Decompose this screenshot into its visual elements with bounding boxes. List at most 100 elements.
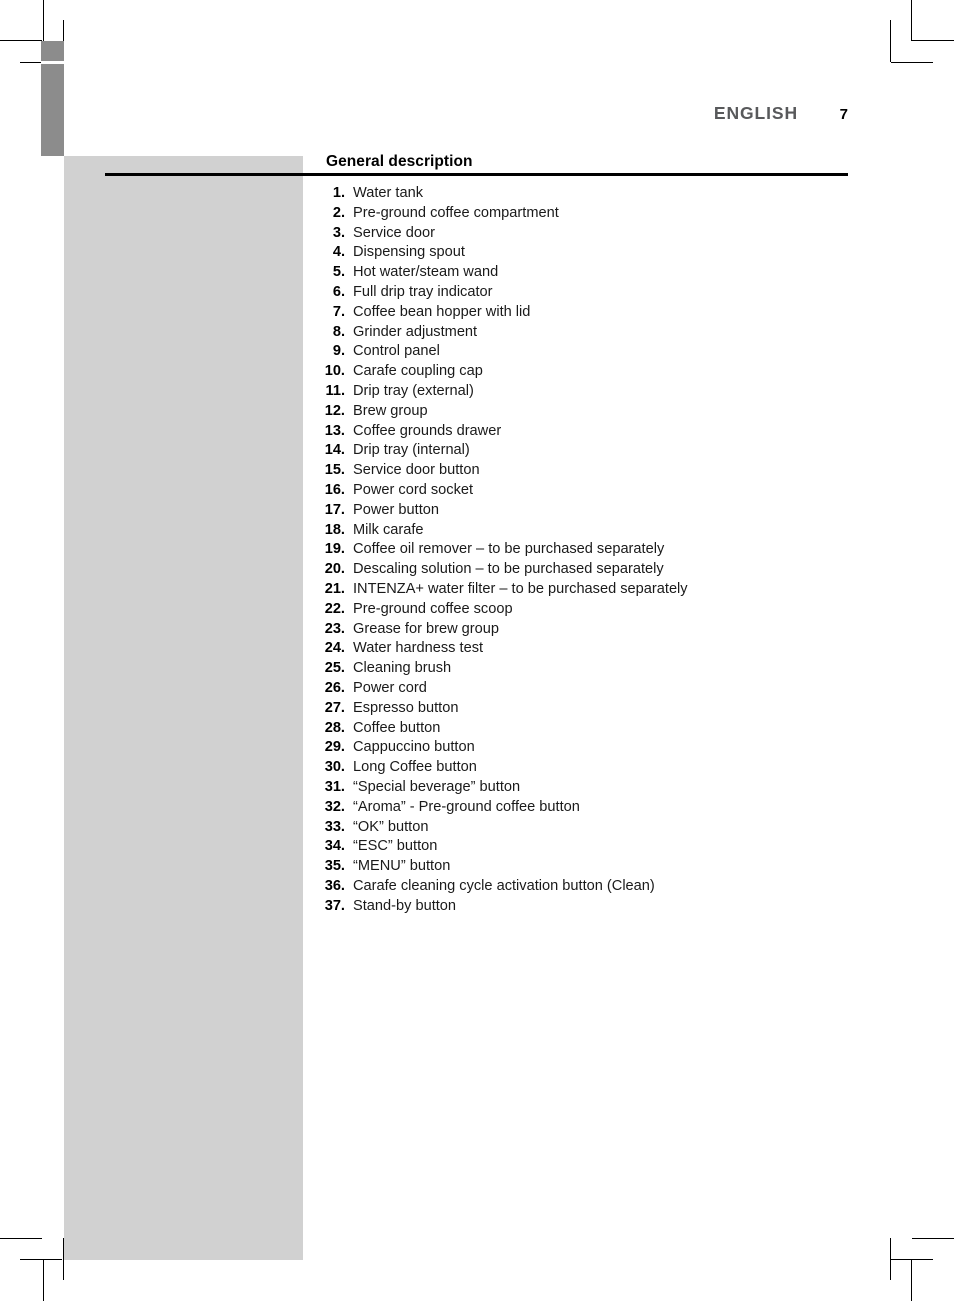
parts-list-item-number: 7. — [332, 303, 345, 320]
parts-list-item: 26. Power cord — [315, 680, 875, 700]
parts-list-item-number: 3. — [332, 224, 345, 241]
parts-list-item-number: 8. — [332, 323, 345, 340]
parts-list-item: 27. Espresso button — [315, 700, 875, 720]
parts-list-item: 3. Service door — [315, 225, 875, 245]
parts-list-item-label: Drip tray (internal) — [353, 442, 470, 459]
parts-list-item: 19. Coffee oil remover – to be purchased … — [315, 541, 875, 561]
parts-list-item: 13. Coffee grounds drawer — [315, 423, 875, 443]
parts-list-item: 4. Dispensing spout — [315, 244, 875, 264]
parts-list-item: 15. Service door button — [315, 462, 875, 482]
parts-list-item-number: 22. — [324, 600, 345, 617]
crop-mark-top-right-vertical-outer — [911, 0, 912, 41]
parts-list-item-label: Hot water/steam wand — [353, 264, 499, 281]
parts-list-item: 17. Power button — [315, 502, 875, 522]
crop-mark-bottom-left-horizontal-outer — [0, 1238, 42, 1239]
parts-list-item-label: Espresso button — [353, 699, 459, 716]
parts-list-item: 28. Coffee button — [315, 720, 875, 740]
parts-list-item-number: 9. — [332, 343, 345, 360]
parts-list-item-number: 2. — [332, 204, 345, 221]
crop-mark-bottom-right-vertical-outer — [911, 1260, 912, 1301]
parts-list-item-label: Milk carafe — [353, 521, 424, 538]
parts-list-item-number: 13. — [324, 422, 345, 439]
parts-list-item: 30. Long Coffee button — [315, 759, 875, 779]
crop-mark-bottom-left-vertical-outer — [43, 1260, 44, 1301]
parts-list-item-number: 10. — [324, 363, 345, 380]
parts-list-item-label: Carafe coupling cap — [353, 363, 483, 380]
parts-list-item: 24. Water hardness test — [315, 640, 875, 660]
crop-mark-top-right-vertical-inner — [890, 20, 891, 62]
section-heading: General description — [326, 153, 473, 170]
running-head: ENGLISH 7 — [560, 103, 848, 124]
parts-list-item-number: 4. — [332, 244, 345, 261]
parts-list-item-label: INTENZA+ water filter – to be purchased … — [353, 580, 688, 597]
parts-list-item: 16. Power cord socket — [315, 482, 875, 502]
crop-mark-bottom-right-vertical-inner — [890, 1238, 891, 1280]
parts-list-item-number: 5. — [332, 264, 345, 281]
parts-list-item: 34. “ESC” button — [315, 838, 875, 858]
parts-list-item-number: 36. — [324, 877, 345, 894]
parts-list-item-number: 27. — [324, 699, 345, 716]
parts-list-item-label: Power cord socket — [353, 481, 474, 498]
chapter-thumb-tab — [41, 41, 64, 156]
parts-list-item-label: Drip tray (external) — [353, 382, 474, 399]
parts-list-item-number: 12. — [324, 402, 345, 419]
parts-list-item-number: 25. — [324, 660, 345, 677]
parts-list-item: 8. Grinder adjustment — [315, 324, 875, 344]
parts-list-item-label: Pre-ground coffee compartment — [353, 204, 559, 221]
parts-list-item: 25. Cleaning brush — [315, 660, 875, 680]
parts-list-item: 18. Milk carafe — [315, 522, 875, 542]
parts-list-item-label: Carafe cleaning cycle activation button … — [353, 877, 655, 894]
parts-list-item-number: 1. — [332, 185, 345, 201]
parts-list-item-label: Stand-by button — [353, 897, 457, 914]
parts-list-item-label: Brew group — [353, 402, 428, 419]
parts-list-item-label: Service door button — [353, 462, 480, 479]
parts-list-item-label: Full drip tray indicator — [353, 283, 493, 300]
page-number: 7 — [839, 106, 848, 123]
parts-list-item-label: Grinder adjustment — [353, 323, 478, 340]
parts-list-item: 32. “Aroma” - Pre-ground coffee button — [315, 799, 875, 819]
parts-list-item: 6. Full drip tray indicator — [315, 284, 875, 304]
parts-list-item-number: 20. — [324, 561, 345, 578]
parts-list-item-number: 21. — [324, 580, 345, 597]
parts-list-item-number: 30. — [324, 759, 345, 776]
parts-list-item-label: Power button — [353, 501, 439, 518]
parts-list-item-label: Cappuccino button — [353, 739, 475, 756]
section-heading-rule — [105, 173, 848, 176]
illustration-side-panel — [64, 156, 303, 1260]
parts-list-item-label: Pre-ground coffee scoop — [353, 600, 513, 617]
parts-list-item-number: 24. — [324, 640, 345, 657]
parts-list-item: 1. Water tank — [315, 185, 875, 205]
parts-list-item-label: “ESC” button — [353, 838, 438, 855]
crop-mark-bottom-left-horizontal-inner — [20, 1259, 62, 1260]
parts-list-item-label: “Aroma” - Pre-ground coffee button — [353, 798, 580, 815]
parts-list-item-label: “OK” button — [353, 818, 429, 835]
parts-list-item-label: Descaling solution – to be purchased sep… — [353, 561, 664, 578]
parts-list-item: 22. Pre-ground coffee scoop — [315, 601, 875, 621]
parts-list-item-label: Power cord — [353, 679, 427, 696]
parts-list-item-number: 6. — [332, 283, 345, 300]
parts-list-item-number: 35. — [324, 858, 345, 875]
parts-list-item: 20. Descaling solution – to be purchased … — [315, 561, 875, 581]
parts-list-item-number: 31. — [324, 778, 345, 795]
parts-list-item: 36. Carafe cleaning cycle activation butt… — [315, 878, 875, 898]
parts-list-item-number: 23. — [324, 620, 345, 637]
parts-list-item-label: Water hardness test — [353, 640, 484, 657]
parts-list-item-number: 37. — [324, 897, 345, 914]
parts-list-item: 35. “MENU” button — [315, 858, 875, 878]
crop-mark-top-right-horizontal-inner — [891, 62, 933, 63]
crop-mark-bottom-right-horizontal-inner — [891, 1259, 933, 1260]
parts-list-item: 10. Carafe coupling cap — [315, 363, 875, 383]
parts-list-item-label: Coffee bean hopper with lid — [353, 303, 531, 320]
parts-list-item-label: Service door — [353, 224, 435, 241]
parts-list-item-label: Coffee button — [353, 719, 441, 736]
document-page: ENGLISH 7 General description 1. Water tan… — [0, 0, 954, 1301]
parts-list-item-number: 34. — [324, 838, 345, 855]
crop-mark-top-left-vertical-outer — [43, 0, 44, 41]
parts-list-item: 14. Drip tray (internal) — [315, 442, 875, 462]
parts-list-item-number: 11. — [325, 382, 345, 399]
parts-list-item-label: Coffee grounds drawer — [353, 422, 502, 439]
parts-list-item-number: 28. — [324, 719, 345, 736]
crop-mark-top-right-horizontal-outer — [912, 40, 954, 41]
crop-mark-top-left-horizontal-outer — [0, 40, 42, 41]
parts-list-item: 37. Stand-by button — [315, 898, 875, 918]
